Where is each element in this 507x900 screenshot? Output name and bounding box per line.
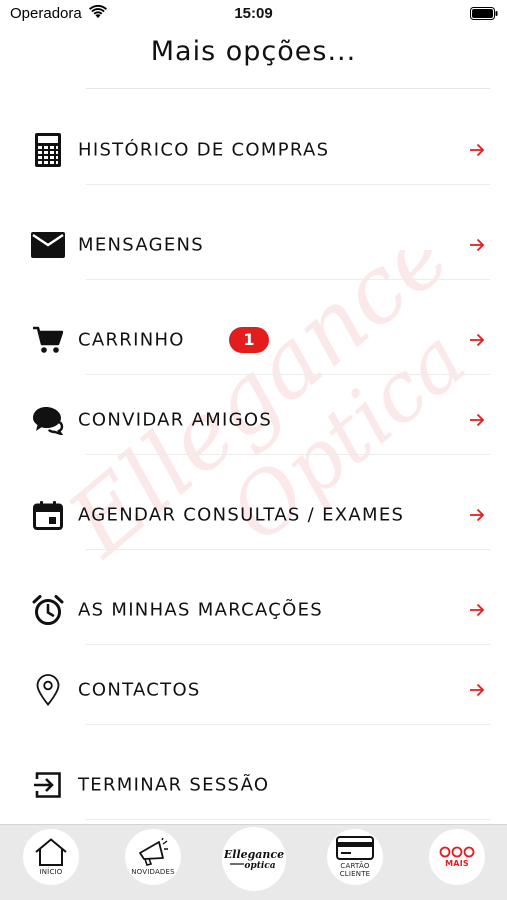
arrow-right-icon <box>470 143 485 157</box>
megaphone-icon <box>139 838 168 866</box>
brand-logo-text: Ellegance <box>224 848 284 861</box>
menu-item-messages[interactable]: MENSAGENS <box>0 205 507 285</box>
menu-item-cart[interactable]: CARRINHO 1 <box>0 300 507 380</box>
menu-item-label: TERMINAR SESSÃO <box>78 774 270 796</box>
tab-brand-logo[interactable]: Ellegance optica <box>222 827 286 891</box>
alarm-clock-icon <box>31 593 65 627</box>
cart-count-badge: 1 <box>229 327 269 353</box>
arrow-right-icon <box>470 683 485 697</box>
menu-item-my-bookings[interactable]: AS MINHAS MARCAÇÕES <box>0 570 507 650</box>
arrow-right-icon <box>470 508 485 522</box>
tab-customer-card[interactable]: CARTÃO CLIENTE <box>327 829 383 885</box>
tab-home[interactable]: INÍCIO <box>23 829 79 885</box>
bottom-tab-bar: INÍCIO NOVIDADES Ellegance optica CARTÃO… <box>0 824 507 900</box>
menu-item-label: AS MINHAS MARCAÇÕES <box>78 599 324 621</box>
brand-logo: Ellegance optica <box>224 848 284 871</box>
menu-item-label: AGENDAR CONSULTAS / EXAMES <box>78 504 405 526</box>
calculator-icon <box>31 133 65 167</box>
menu-item-label: CARRINHO <box>78 329 185 351</box>
menu-item-contacts[interactable]: CONTACTOS <box>0 650 507 730</box>
menu-divider <box>86 549 490 550</box>
menu-divider <box>86 644 490 645</box>
menu-item-label: MENSAGENS <box>78 234 205 256</box>
home-icon <box>35 838 67 866</box>
tab-label: NOVIDADES <box>131 868 175 876</box>
credit-card-icon <box>336 836 374 860</box>
menu-item-logout[interactable]: TERMINAR SESSÃO <box>0 745 507 825</box>
tab-more[interactable]: MAIS <box>429 829 485 885</box>
tab-label: CARTÃO CLIENTE <box>339 862 371 878</box>
menu-divider <box>86 819 490 820</box>
battery-icon <box>470 7 498 20</box>
chat-bubbles-icon <box>31 403 65 437</box>
arrow-right-icon <box>470 413 485 427</box>
more-dots-icon <box>439 846 475 858</box>
tab-label: INÍCIO <box>39 868 63 876</box>
menu-item-label: HISTÓRICO DE COMPRAS <box>78 139 330 161</box>
tab-news[interactable]: NOVIDADES <box>125 829 181 885</box>
menu-item-label: CONTACTOS <box>78 679 201 701</box>
menu-divider <box>86 374 490 375</box>
page-title: Mais opções... <box>150 36 357 67</box>
arrow-right-icon <box>470 238 485 252</box>
logout-icon <box>31 768 65 802</box>
menu-divider <box>86 724 490 725</box>
envelope-icon <box>31 228 65 262</box>
menu-item-purchase-history[interactable]: HISTÓRICO DE COMPRAS <box>0 110 507 190</box>
menu-item-invite-friends[interactable]: CONVIDAR AMIGOS <box>0 380 507 460</box>
calendar-icon <box>31 498 65 532</box>
brand-logo-subtext: optica <box>244 861 275 871</box>
menu-item-label: CONVIDAR AMIGOS <box>78 409 273 431</box>
status-time: 15:09 <box>234 5 273 22</box>
cart-icon <box>31 323 65 357</box>
tab-label: MAIS <box>445 859 469 868</box>
menu-divider <box>86 279 490 280</box>
location-pin-icon <box>31 673 65 707</box>
menu-divider <box>86 454 490 455</box>
menu-item-book-appointment[interactable]: AGENDAR CONSULTAS / EXAMES <box>0 475 507 555</box>
status-bar: Operadora 15:09 <box>0 0 507 30</box>
title-divider <box>86 88 490 89</box>
menu-divider <box>86 184 490 185</box>
arrow-right-icon <box>470 333 485 347</box>
arrow-right-icon <box>470 603 485 617</box>
